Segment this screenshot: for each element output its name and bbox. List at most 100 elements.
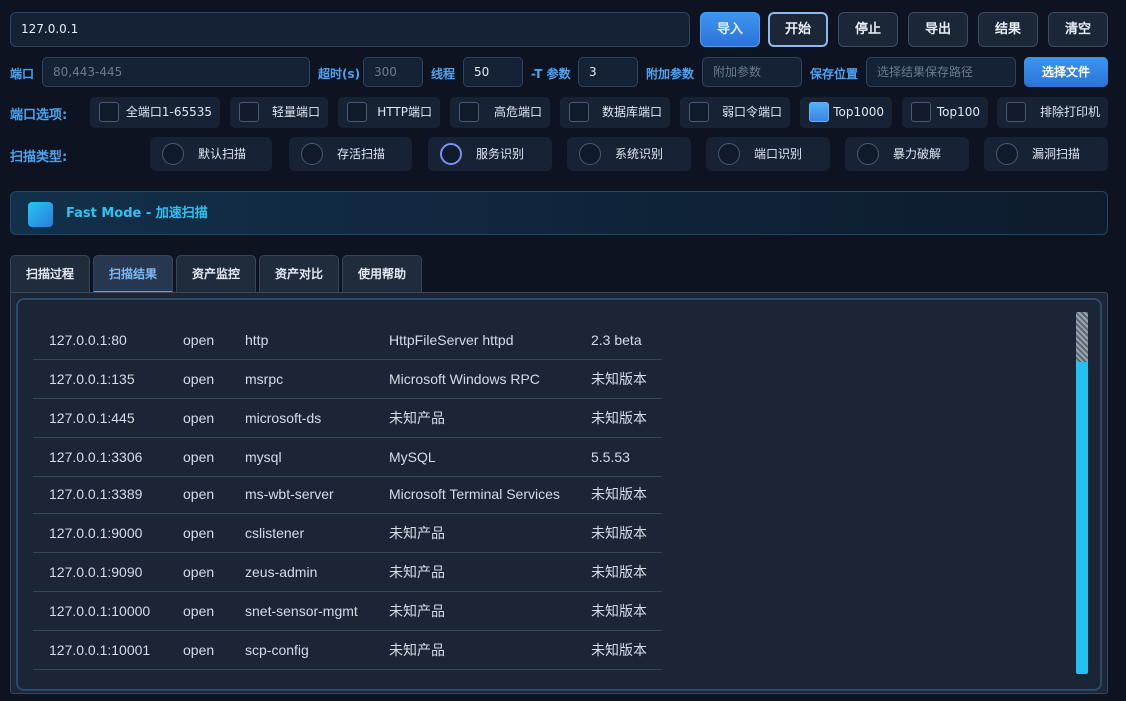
radio-icon[interactable] xyxy=(857,143,879,165)
scan-type-default[interactable]: 默认扫描 xyxy=(150,137,272,171)
scan-type-text: 漏洞扫描 xyxy=(1032,147,1081,161)
fast-mode-toggle[interactable]: Fast Mode - 加速扫描 xyxy=(10,191,1108,235)
result-row[interactable]: 127.0.0.1:3306 open mysql MySQL 5.5.53 xyxy=(33,438,662,477)
save-path-input[interactable]: 选择结果保存路径 xyxy=(866,57,1016,87)
checkbox-icon[interactable] xyxy=(1006,102,1026,122)
scan-type-text: 暴力破解 xyxy=(893,147,942,161)
result-state: open xyxy=(183,449,215,465)
result-state: open xyxy=(183,564,215,580)
radio-icon[interactable] xyxy=(162,143,184,165)
scan-type-bruteforce[interactable]: 暴力破解 xyxy=(845,137,969,171)
port-option-http[interactable]: HTTP端口 xyxy=(338,97,440,128)
tab-scan-process[interactable]: 扫描过程 xyxy=(10,255,90,293)
scan-type-service[interactable]: 服务识别 xyxy=(428,137,552,171)
tab-asset-monitor[interactable]: 资产监控 xyxy=(176,255,256,293)
port-option-top100[interactable]: Top100 xyxy=(902,97,988,128)
port-option-label: Top100 xyxy=(936,105,980,119)
result-row[interactable]: 127.0.0.1:135 open msrpc Microsoft Windo… xyxy=(33,360,662,399)
checkbox-icon[interactable] xyxy=(459,102,479,122)
result-state: open xyxy=(183,332,215,348)
checkbox-icon[interactable] xyxy=(347,102,367,122)
checkbox-icon[interactable] xyxy=(911,102,931,122)
import-button[interactable]: 导入 xyxy=(700,12,760,47)
timeout-input[interactable]: 300 xyxy=(363,57,423,87)
result-product: Microsoft Terminal Services xyxy=(389,486,560,502)
port-option-weak-password[interactable]: 弱口令端口 xyxy=(680,97,790,128)
result-row[interactable]: 127.0.0.1:445 open microsoft-ds 未知产品 未知版… xyxy=(33,399,662,438)
results-scrollbar-thumb[interactable] xyxy=(1076,312,1088,362)
stop-button[interactable]: 停止 xyxy=(838,12,898,47)
tab-asset-compare[interactable]: 资产对比 xyxy=(259,255,339,293)
radio-icon[interactable] xyxy=(579,143,601,165)
tab-scan-results[interactable]: 扫描结果 xyxy=(93,255,173,293)
result-version: 未知版本 xyxy=(591,642,647,658)
result-product: 未知产品 xyxy=(389,410,445,426)
results-scrollbar[interactable] xyxy=(1076,312,1088,674)
port-input[interactable]: 80,443-445 xyxy=(42,57,310,87)
result-row[interactable]: 127.0.0.1:10001 open scp-config 未知产品 未知版… xyxy=(33,631,662,670)
result-service: snet-sensor-mgmt xyxy=(245,603,358,619)
port-option-top1000[interactable]: Top1000 xyxy=(800,97,892,128)
t-param-label: -T 参数 xyxy=(531,67,571,81)
scan-type-alive[interactable]: 存活扫描 xyxy=(289,137,412,171)
port-option-light[interactable]: 轻量端口 xyxy=(230,97,328,128)
result-address: 127.0.0.1:10000 xyxy=(49,603,151,619)
checkbox-icon[interactable] xyxy=(569,102,589,122)
radio-selected-icon[interactable] xyxy=(440,143,462,165)
result-address: 127.0.0.1:445 xyxy=(49,410,135,426)
result-version: 未知版本 xyxy=(591,410,647,426)
result-state: open xyxy=(183,486,215,502)
checkbox-icon[interactable] xyxy=(239,102,259,122)
port-option-label: 高危端口 xyxy=(493,105,542,119)
t-param-input[interactable]: 3 xyxy=(578,57,638,87)
checkbox-icon[interactable] xyxy=(99,102,119,122)
clear-button[interactable]: 清空 xyxy=(1048,12,1108,47)
result-row[interactable]: 127.0.0.1:9000 open cslistener 未知产品 未知版本 xyxy=(33,514,662,553)
port-option-all[interactable]: 全端口1-65535 xyxy=(90,97,220,128)
scan-type-vuln[interactable]: 漏洞扫描 xyxy=(984,137,1108,171)
checkbox-icon[interactable] xyxy=(689,102,709,122)
choose-file-button[interactable]: 选择文件 xyxy=(1024,57,1108,87)
radio-icon[interactable] xyxy=(718,143,740,165)
result-row[interactable]: 127.0.0.1:3389 open ms-wbt-server Micros… xyxy=(33,475,662,514)
port-label: 端口 xyxy=(10,67,35,81)
result-row[interactable]: 127.0.0.1:80 open http HttpFileServer ht… xyxy=(33,321,662,360)
port-option-label: 弱口令端口 xyxy=(721,105,782,119)
target-input[interactable]: 127.0.0.1 xyxy=(10,12,690,47)
result-version: 未知版本 xyxy=(591,486,647,502)
port-option-database[interactable]: 数据库端口 xyxy=(560,97,670,128)
result-address: 127.0.0.1:135 xyxy=(49,371,135,387)
scan-type-text: 存活扫描 xyxy=(337,147,386,161)
port-option-label: 数据库端口 xyxy=(601,105,662,119)
result-service: microsoft-ds xyxy=(245,410,322,426)
start-button[interactable]: 开始 xyxy=(768,12,828,47)
result-address: 127.0.0.1:3389 xyxy=(49,486,143,502)
checkbox-checked-icon[interactable] xyxy=(809,102,829,122)
result-service: cslistener xyxy=(245,525,305,541)
fast-mode-label: Fast Mode - 加速扫描 xyxy=(66,206,208,221)
result-address: 127.0.0.1:10001 xyxy=(49,642,151,658)
port-options-label: 端口选项: xyxy=(10,108,68,123)
port-option-exclude-printer[interactable]: 排除打印机 xyxy=(997,97,1108,128)
radio-icon[interactable] xyxy=(996,143,1018,165)
scan-type-text: 服务识别 xyxy=(476,147,525,161)
result-row[interactable]: 127.0.0.1:10000 open snet-sensor-mgmt 未知… xyxy=(33,592,662,631)
scan-type-port[interactable]: 端口识别 xyxy=(706,137,830,171)
result-version: 未知版本 xyxy=(591,603,647,619)
scan-type-os[interactable]: 系统识别 xyxy=(567,137,691,171)
port-option-label: 排除打印机 xyxy=(1039,105,1100,119)
result-product: MySQL xyxy=(389,449,436,465)
result-row[interactable]: 127.0.0.1:9090 open zeus-admin 未知产品 未知版本 xyxy=(33,553,662,592)
result-version: 未知版本 xyxy=(591,371,647,387)
threads-input[interactable]: 50 xyxy=(463,57,523,87)
tab-help[interactable]: 使用帮助 xyxy=(342,255,422,293)
scan-type-text: 默认扫描 xyxy=(198,147,247,161)
results-button[interactable]: 结果 xyxy=(978,12,1038,47)
port-option-high-risk[interactable]: 高危端口 xyxy=(450,97,550,128)
result-address: 127.0.0.1:3306 xyxy=(49,449,143,465)
threads-label: 线程 xyxy=(431,67,456,81)
export-button[interactable]: 导出 xyxy=(908,12,968,47)
fast-mode-icon[interactable] xyxy=(28,202,53,227)
extra-params-input[interactable]: 附加参数 xyxy=(702,57,802,87)
radio-icon[interactable] xyxy=(301,143,323,165)
